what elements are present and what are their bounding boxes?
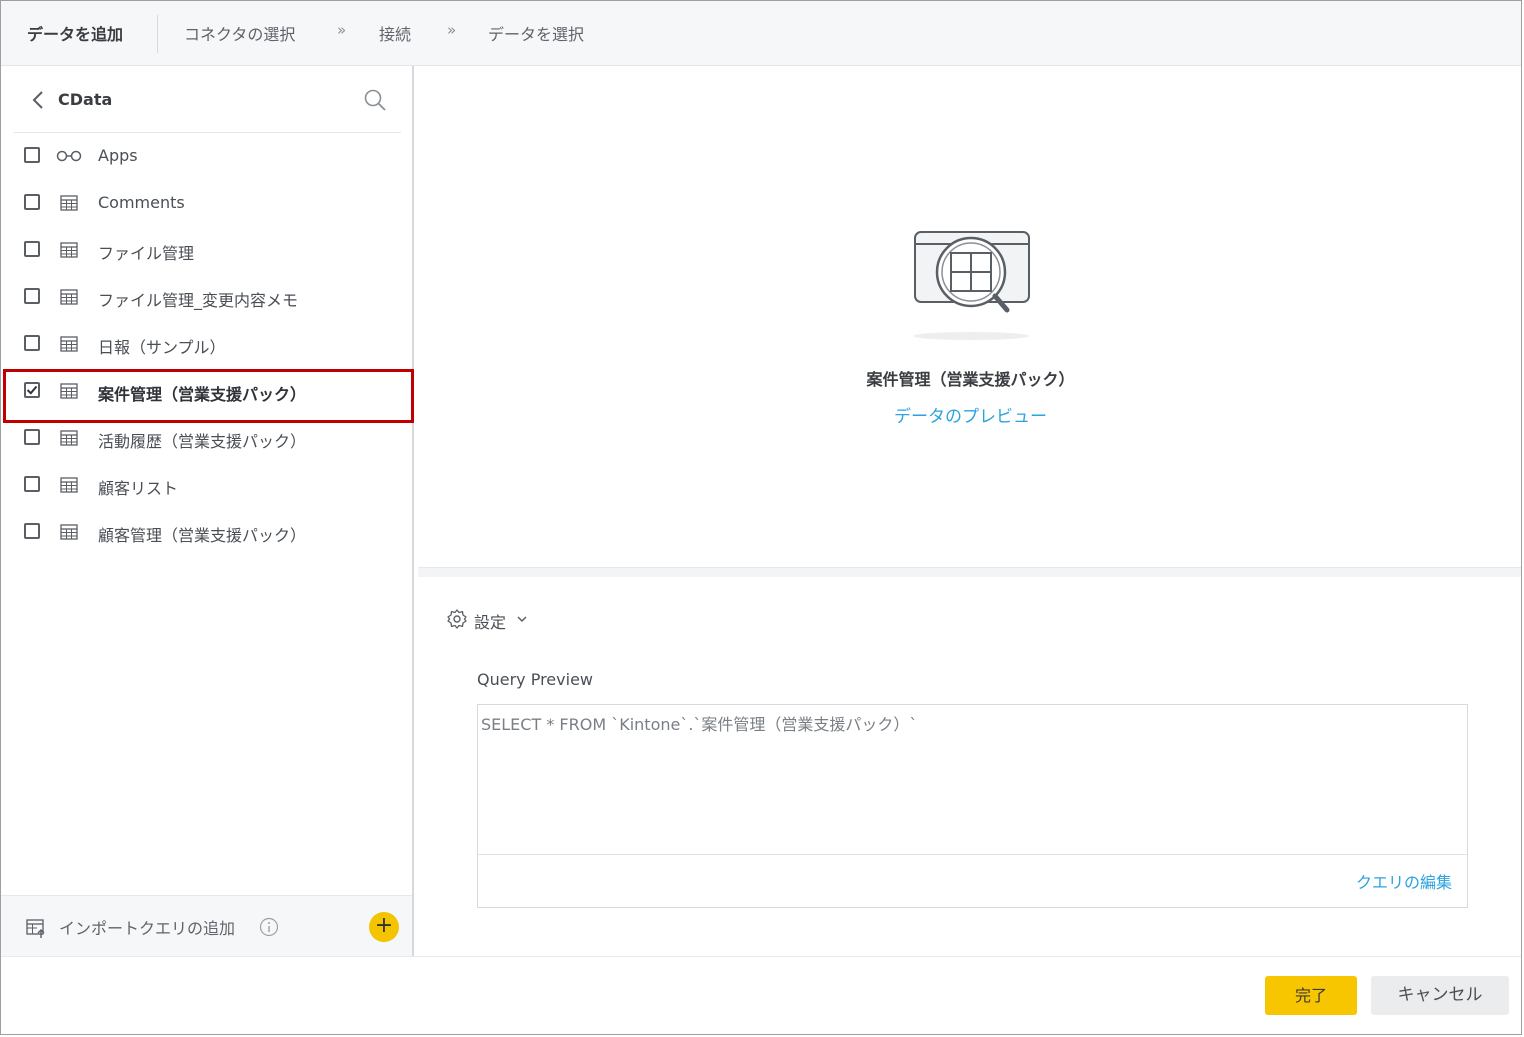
breadcrumb-select-connector[interactable]: コネクタの選択: [184, 21, 295, 45]
table-icon: [60, 289, 78, 305]
list-item-label: Apps: [98, 146, 138, 165]
checkbox[interactable]: [24, 288, 40, 304]
table-icon: [60, 195, 78, 211]
cancel-button[interactable]: キャンセル: [1371, 976, 1509, 1015]
header-divider: [157, 15, 158, 53]
import-query-footer: インポートクエリの追加 +: [1, 895, 412, 956]
table-import-icon: [26, 919, 45, 938]
checkbox[interactable]: [24, 241, 40, 257]
selected-table-name: 案件管理（営業支援パック）: [866, 370, 1075, 389]
list-item-label: ファイル管理_変更内容メモ: [98, 291, 299, 310]
table-search-illustration-icon: [913, 231, 1030, 340]
table-list-panel: CData Apps Comments ファイル管理 ファイル管理_変更内容メモ…: [1, 66, 414, 956]
table-icon: [60, 242, 78, 258]
table-icon: [60, 477, 78, 493]
breadcrumb-chevron: »: [447, 21, 457, 39]
query-panel: 設定 Query Preview SELECT * FROM `Kintone`…: [418, 577, 1521, 955]
glasses-icon: [56, 150, 82, 162]
data-preview-link[interactable]: データのプレビュー: [418, 402, 1521, 427]
checkmark-icon: [26, 385, 38, 395]
edit-query-link[interactable]: クエリの編集: [1356, 869, 1452, 893]
query-box-divider: [478, 854, 1467, 855]
list-item[interactable]: 顧客管理（営業支援パック）: [1, 509, 412, 556]
query-preview-text: SELECT * FROM `Kintone`.`案件管理（営業支援パック）`: [481, 715, 918, 734]
checkbox[interactable]: [24, 476, 40, 492]
query-preview-label: Query Preview: [477, 670, 593, 689]
list-item-label: 顧客管理（営業支援パック）: [98, 526, 307, 545]
breadcrumb-chevron: »: [337, 21, 347, 39]
search-icon[interactable]: [363, 88, 387, 112]
checkbox[interactable]: [24, 194, 40, 210]
list-item[interactable]: Apps: [1, 133, 412, 180]
table-list: Apps Comments ファイル管理 ファイル管理_変更内容メモ 日報（サン…: [1, 133, 412, 556]
chevron-down-icon[interactable]: [516, 613, 528, 625]
checkbox[interactable]: [24, 147, 40, 163]
done-button[interactable]: 完了: [1265, 976, 1357, 1015]
dialog-footer: 完了 キャンセル: [1, 956, 1521, 1034]
list-item[interactable]: ファイル管理_変更内容メモ: [1, 274, 412, 321]
info-icon[interactable]: [259, 917, 279, 937]
import-query-label[interactable]: インポートクエリの追加: [59, 915, 235, 939]
section-divider: [418, 568, 1521, 577]
list-item-label: 顧客リスト: [98, 479, 179, 498]
add-data-dialog: データを追加 コネクタの選択 » 接続 » データを選択 CData Apps …: [0, 0, 1522, 1035]
list-item-label: Comments: [98, 193, 185, 212]
dialog-title: データを追加: [27, 25, 124, 44]
gear-icon[interactable]: [446, 608, 468, 630]
checkbox-checked[interactable]: [24, 382, 40, 398]
table-icon: [60, 383, 78, 399]
checkbox[interactable]: [24, 335, 40, 351]
list-item[interactable]: Comments: [1, 180, 412, 227]
list-item[interactable]: 日報（サンプル）: [1, 321, 412, 368]
list-item-label: ファイル管理: [98, 244, 195, 263]
list-item-selected[interactable]: 案件管理（営業支援パック）: [1, 368, 412, 415]
checkbox[interactable]: [24, 429, 40, 445]
breadcrumb-connection[interactable]: 接続: [379, 21, 411, 45]
list-item-label: 活動履歴（営業支援パック）: [98, 432, 307, 451]
dialog-header: データを追加 コネクタの選択 » 接続 » データを選択: [1, 1, 1521, 66]
list-item-label: 日報（サンプル）: [98, 338, 226, 357]
query-preview-box: SELECT * FROM `Kintone`.`案件管理（営業支援パック）` …: [477, 704, 1468, 908]
back-arrow-icon[interactable]: [31, 90, 45, 110]
table-icon: [60, 336, 78, 352]
table-icon: [60, 430, 78, 446]
list-item[interactable]: 顧客リスト: [1, 462, 412, 509]
list-item[interactable]: 活動履歴（営業支援パック）: [1, 415, 412, 462]
preview-panel: 案件管理（営業支援パック） データのプレビュー: [418, 66, 1521, 568]
list-item-label: 案件管理（営業支援パック）: [98, 385, 307, 404]
settings-toggle[interactable]: 設定: [474, 609, 506, 633]
breadcrumb-select-data: データを選択: [488, 25, 585, 44]
table-icon: [60, 524, 78, 540]
add-import-query-button[interactable]: +: [369, 912, 399, 942]
list-item[interactable]: ファイル管理: [1, 227, 412, 274]
connection-name: CData: [58, 90, 113, 109]
checkbox[interactable]: [24, 523, 40, 539]
